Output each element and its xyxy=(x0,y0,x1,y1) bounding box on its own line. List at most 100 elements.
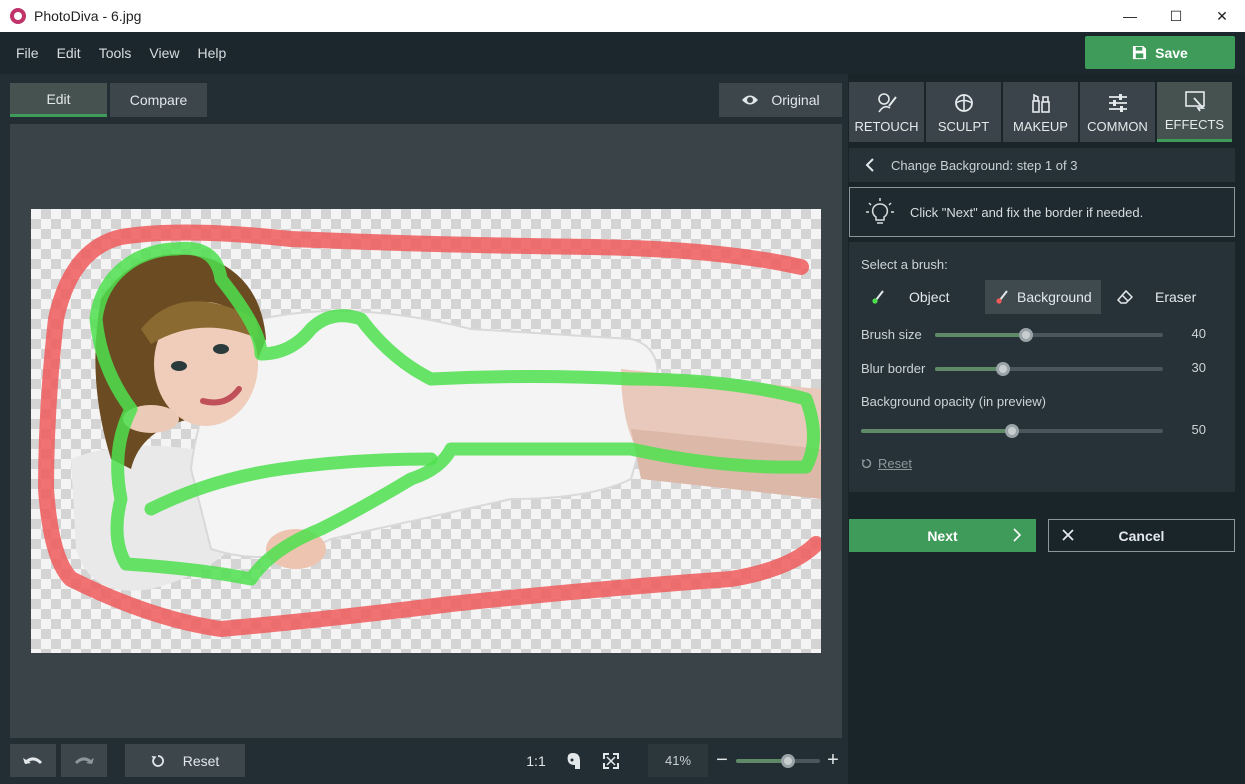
blur-border-knob[interactable] xyxy=(996,362,1011,376)
tab-common-label: COMMON xyxy=(1087,118,1148,134)
floppy-disk-icon xyxy=(1133,45,1147,60)
reset-small-icon xyxy=(861,458,872,469)
effects-icon xyxy=(1184,91,1205,112)
zoom-out-button[interactable]: − xyxy=(712,744,732,777)
zoom-track xyxy=(736,754,820,768)
redo-icon xyxy=(74,757,94,764)
brush-size-value: 40 xyxy=(1191,326,1206,341)
menu-help[interactable]: Help xyxy=(188,45,235,61)
minimize-button[interactable]: — xyxy=(1107,0,1153,32)
actual-size-button[interactable]: 1:1 xyxy=(522,744,550,777)
reset-brush-label: Reset xyxy=(878,456,912,471)
tab-retouch[interactable]: RETOUCH xyxy=(849,82,924,142)
retouch-icon xyxy=(877,92,897,112)
tab-makeup-label: MAKEUP xyxy=(1013,118,1068,134)
reset-view-label: Reset xyxy=(182,752,220,769)
menu-tools[interactable]: Tools xyxy=(90,45,141,61)
app-logo-icon xyxy=(10,8,26,24)
maximize-button[interactable]: ☐ xyxy=(1153,0,1199,32)
tab-effects-label: EFFECTS xyxy=(1164,117,1225,132)
original-button[interactable]: Original xyxy=(719,83,842,117)
menu-bar: File Edit Tools View Help Save xyxy=(0,32,1245,74)
chevron-right-icon xyxy=(1013,528,1022,542)
zoom-slider[interactable] xyxy=(736,750,820,770)
save-button[interactable]: Save xyxy=(1085,36,1235,69)
eye-right xyxy=(213,344,229,354)
brush-object[interactable]: Object xyxy=(871,280,949,314)
menu-edit[interactable]: Edit xyxy=(48,45,90,61)
bg-opacity-slider[interactable]: 50 xyxy=(861,420,1206,440)
cancel-button[interactable]: Cancel xyxy=(1048,519,1235,552)
brush-settings: Select a brush: Object Background Eraser… xyxy=(849,242,1235,492)
blur-border-fill xyxy=(935,367,1004,371)
face-detect-button[interactable] xyxy=(560,744,586,777)
hint-box: Click "Next" and fix the border if neede… xyxy=(849,187,1235,237)
brush-size-knob[interactable] xyxy=(1019,328,1034,342)
undo-icon xyxy=(23,757,43,764)
brush-size-track xyxy=(935,328,1163,342)
eraser-icon xyxy=(1117,289,1133,304)
photo-preview[interactable] xyxy=(31,209,821,653)
tool-tabs: RETOUCH SCULPT MAKEUP COMMON EFFECTS xyxy=(849,82,1232,142)
blur-border-track xyxy=(935,362,1163,376)
next-label: Next xyxy=(927,527,958,544)
menu-file[interactable]: File xyxy=(0,45,48,61)
brush-size-fill xyxy=(935,333,1027,337)
next-button[interactable]: Next xyxy=(849,519,1036,552)
makeup-icon xyxy=(1031,93,1050,113)
bg-opacity-fill xyxy=(861,429,1012,433)
step-header: Change Background: step 1 of 3 xyxy=(849,148,1235,182)
sculpt-icon xyxy=(954,93,973,112)
brush-object-label: Object xyxy=(909,289,950,305)
close-window-button[interactable]: ✕ xyxy=(1199,0,1245,32)
blur-border-slider[interactable]: 30 xyxy=(861,358,1206,378)
step-title: Change Background: step 1 of 3 xyxy=(891,157,1078,173)
bg-opacity-track xyxy=(861,424,1163,438)
blur-border-value: 30 xyxy=(1191,360,1206,375)
original-label: Original xyxy=(771,92,820,108)
brush-size-slider[interactable]: 40 xyxy=(861,324,1206,344)
tab-compare[interactable]: Compare xyxy=(110,83,207,117)
object-brush-icon xyxy=(872,290,884,304)
reset-view-button[interactable]: Reset xyxy=(125,744,245,777)
save-label: Save xyxy=(1155,44,1188,61)
lightbulb-icon xyxy=(850,197,910,227)
redo-button[interactable] xyxy=(61,744,107,777)
brush-eraser-label: Eraser xyxy=(1155,289,1197,305)
brush-background-label: Background xyxy=(1017,289,1092,305)
cancel-label: Cancel xyxy=(1118,527,1165,544)
tab-effects[interactable]: EFFECTS xyxy=(1157,82,1232,142)
bg-opacity-label: Background opacity (in preview) xyxy=(861,394,1046,409)
reset-icon xyxy=(151,754,164,767)
eye-left xyxy=(171,361,187,371)
undo-button[interactable] xyxy=(10,744,56,777)
tab-edit[interactable]: Edit xyxy=(10,83,107,117)
bg-opacity-knob[interactable] xyxy=(1005,424,1019,438)
back-button[interactable] xyxy=(849,158,891,172)
tab-makeup[interactable]: MAKEUP xyxy=(1003,82,1078,142)
brush-eraser[interactable]: Eraser xyxy=(1117,280,1196,314)
reset-brush-link[interactable]: Reset xyxy=(861,456,912,471)
window-title: PhotoDiva - 6.jpg xyxy=(34,8,142,24)
tools-panel: RETOUCH SCULPT MAKEUP COMMON EFFECTS Cha… xyxy=(848,74,1245,784)
tab-sculpt[interactable]: SCULPT xyxy=(926,82,1001,142)
fit-screen-button[interactable] xyxy=(598,744,624,777)
view-tabs: Edit Compare xyxy=(10,83,207,117)
tab-retouch-label: RETOUCH xyxy=(854,118,919,134)
zoom-in-button[interactable]: + xyxy=(823,744,843,777)
tab-sculpt-label: SCULPT xyxy=(937,118,990,134)
zoom-knob[interactable] xyxy=(781,754,796,768)
chevron-left-icon xyxy=(865,158,874,172)
title-bar: PhotoDiva - 6.jpg — ☐ ✕ xyxy=(0,0,1245,32)
sliders-icon xyxy=(1108,93,1127,112)
background-brush-icon xyxy=(996,290,1008,304)
image-canvas[interactable] xyxy=(10,124,842,738)
tab-common[interactable]: COMMON xyxy=(1080,82,1155,142)
eye-icon xyxy=(742,95,759,105)
brush-background[interactable]: Background xyxy=(985,280,1101,314)
zoom-value[interactable]: 41% xyxy=(648,744,708,777)
window-controls: — ☐ ✕ xyxy=(1107,0,1245,32)
workspace: Edit Compare Original Reset 1:1 41% − + xyxy=(0,74,848,784)
close-icon xyxy=(1062,529,1074,541)
menu-view[interactable]: View xyxy=(140,45,188,61)
